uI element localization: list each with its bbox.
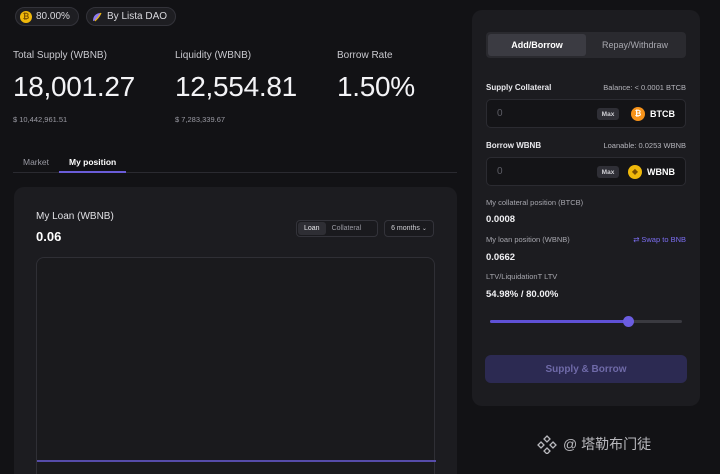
btcb-icon: ₿ — [631, 107, 645, 121]
supply-token-label: BTCB — [650, 109, 675, 119]
collateral-position-label: My collateral position (BTCB) — [486, 198, 584, 207]
period-select[interactable]: 6 months ⌄ — [384, 220, 434, 237]
toggle-collateral[interactable]: Collateral — [326, 222, 368, 235]
supply-balance: Balance: < 0.0001 BTCB — [603, 83, 686, 92]
loan-chart-plot — [36, 257, 436, 474]
stat-borrow-rate: Borrow Rate 1.50% — [337, 50, 415, 103]
loan-chart-svg — [37, 460, 436, 462]
stat-usd-value: $ 10,442,961.51 — [13, 115, 68, 124]
mode-add-borrow[interactable]: Add/Borrow — [488, 34, 586, 56]
mode-switch: Add/Borrow Repay/Withdraw — [486, 32, 686, 58]
borrow-amount-input[interactable]: 0 — [497, 166, 503, 177]
ltv-slider[interactable] — [490, 316, 682, 327]
toggle-loan[interactable]: Loan — [298, 222, 326, 235]
supply-amount-input[interactable]: 0 — [497, 108, 503, 119]
stat-value: 18,001.27 — [13, 71, 135, 102]
lista-dao-icon — [93, 12, 102, 21]
borrow-token: ◆ WBNB — [628, 165, 675, 179]
swap-to-bnb-link[interactable]: ⇄ Swap to BNB — [633, 235, 686, 244]
period-label: 6 months — [391, 225, 420, 232]
loan-position-label: My loan position (WBNB) — [486, 235, 570, 244]
stat-usd-value: $ 7,283,339.67 — [175, 115, 226, 124]
supply-max-button[interactable]: Max — [597, 108, 619, 120]
supply-collateral-field[interactable]: 0 Max ₿ BTCB — [486, 99, 686, 128]
swap-icon: ⇄ — [633, 235, 640, 244]
stat-label: Borrow Rate — [337, 50, 393, 61]
binance-square-icon — [537, 435, 557, 454]
supply-token: ₿ BTCB — [631, 107, 675, 121]
ltv-badge: ₿ 80.00% — [15, 7, 79, 26]
watermark-text: @ 塔勒布门徒 — [563, 436, 652, 452]
loan-position-value: 0.0662 — [486, 252, 516, 263]
provider-badge[interactable]: By Lista DAO — [86, 7, 177, 26]
stat-label: Total Supply (WBNB) — [13, 50, 107, 61]
provider-badge-label: By Lista DAO — [107, 11, 168, 22]
borrow-max-button[interactable]: Max — [597, 166, 619, 178]
borrow-token-label: WBNB — [647, 167, 675, 177]
swap-label: Swap to BNB — [641, 235, 686, 244]
ltv-slider-fill — [490, 320, 629, 323]
watermark: @ 塔勒布门徒 — [537, 434, 651, 454]
stat-value: 1.50% — [337, 71, 415, 102]
ltv-badge-label: 80.00% — [36, 11, 70, 22]
supply-borrow-button[interactable]: Supply & Borrow — [485, 355, 687, 383]
borrow-label: Borrow WBNB — [486, 141, 542, 150]
stat-value: 12,554.81 — [175, 71, 297, 102]
bnb-icon: ◆ — [628, 165, 642, 179]
borrow-loanable: Loanable: 0.0253 WBNB — [603, 141, 686, 150]
borrow-field[interactable]: 0 Max ◆ WBNB — [486, 157, 686, 186]
tab-market[interactable]: Market — [13, 152, 59, 173]
supply-collateral-label: Supply Collateral — [486, 83, 552, 92]
action-panel: Add/Borrow Repay/Withdraw Supply Collate… — [472, 10, 700, 406]
mode-repay-withdraw[interactable]: Repay/Withdraw — [586, 34, 684, 56]
collateral-position-value: 0.0008 — [486, 214, 516, 225]
tab-my-position[interactable]: My position — [58, 152, 127, 173]
chevron-down-icon: ⌄ — [421, 226, 427, 232]
card-title: My Loan (WBNB) — [36, 211, 114, 222]
stat-label: Liquidity (WBNB) — [175, 50, 252, 61]
btcb-coin-icon: ₿ — [20, 10, 32, 23]
loan-chart-card: My Loan (WBNB) 0.06 Loan Collateral 6 mo… — [14, 187, 457, 474]
loan-value: 0.06 — [36, 229, 62, 244]
ltv-label: LTV/LiquidationT LTV — [486, 272, 558, 281]
view-tabs: Market My position — [13, 152, 457, 173]
ltv-slider-handle[interactable] — [623, 316, 635, 327]
stat-liquidity: Liquidity (WBNB) 12,554.81 $ 7,283,339.6… — [175, 50, 297, 124]
stat-total-supply: Total Supply (WBNB) 18,001.27 $ 10,442,9… — [13, 50, 135, 124]
loan-collateral-toggle: Loan Collateral — [296, 220, 378, 237]
ltv-value: 54.98% / 80.00% — [486, 289, 559, 300]
